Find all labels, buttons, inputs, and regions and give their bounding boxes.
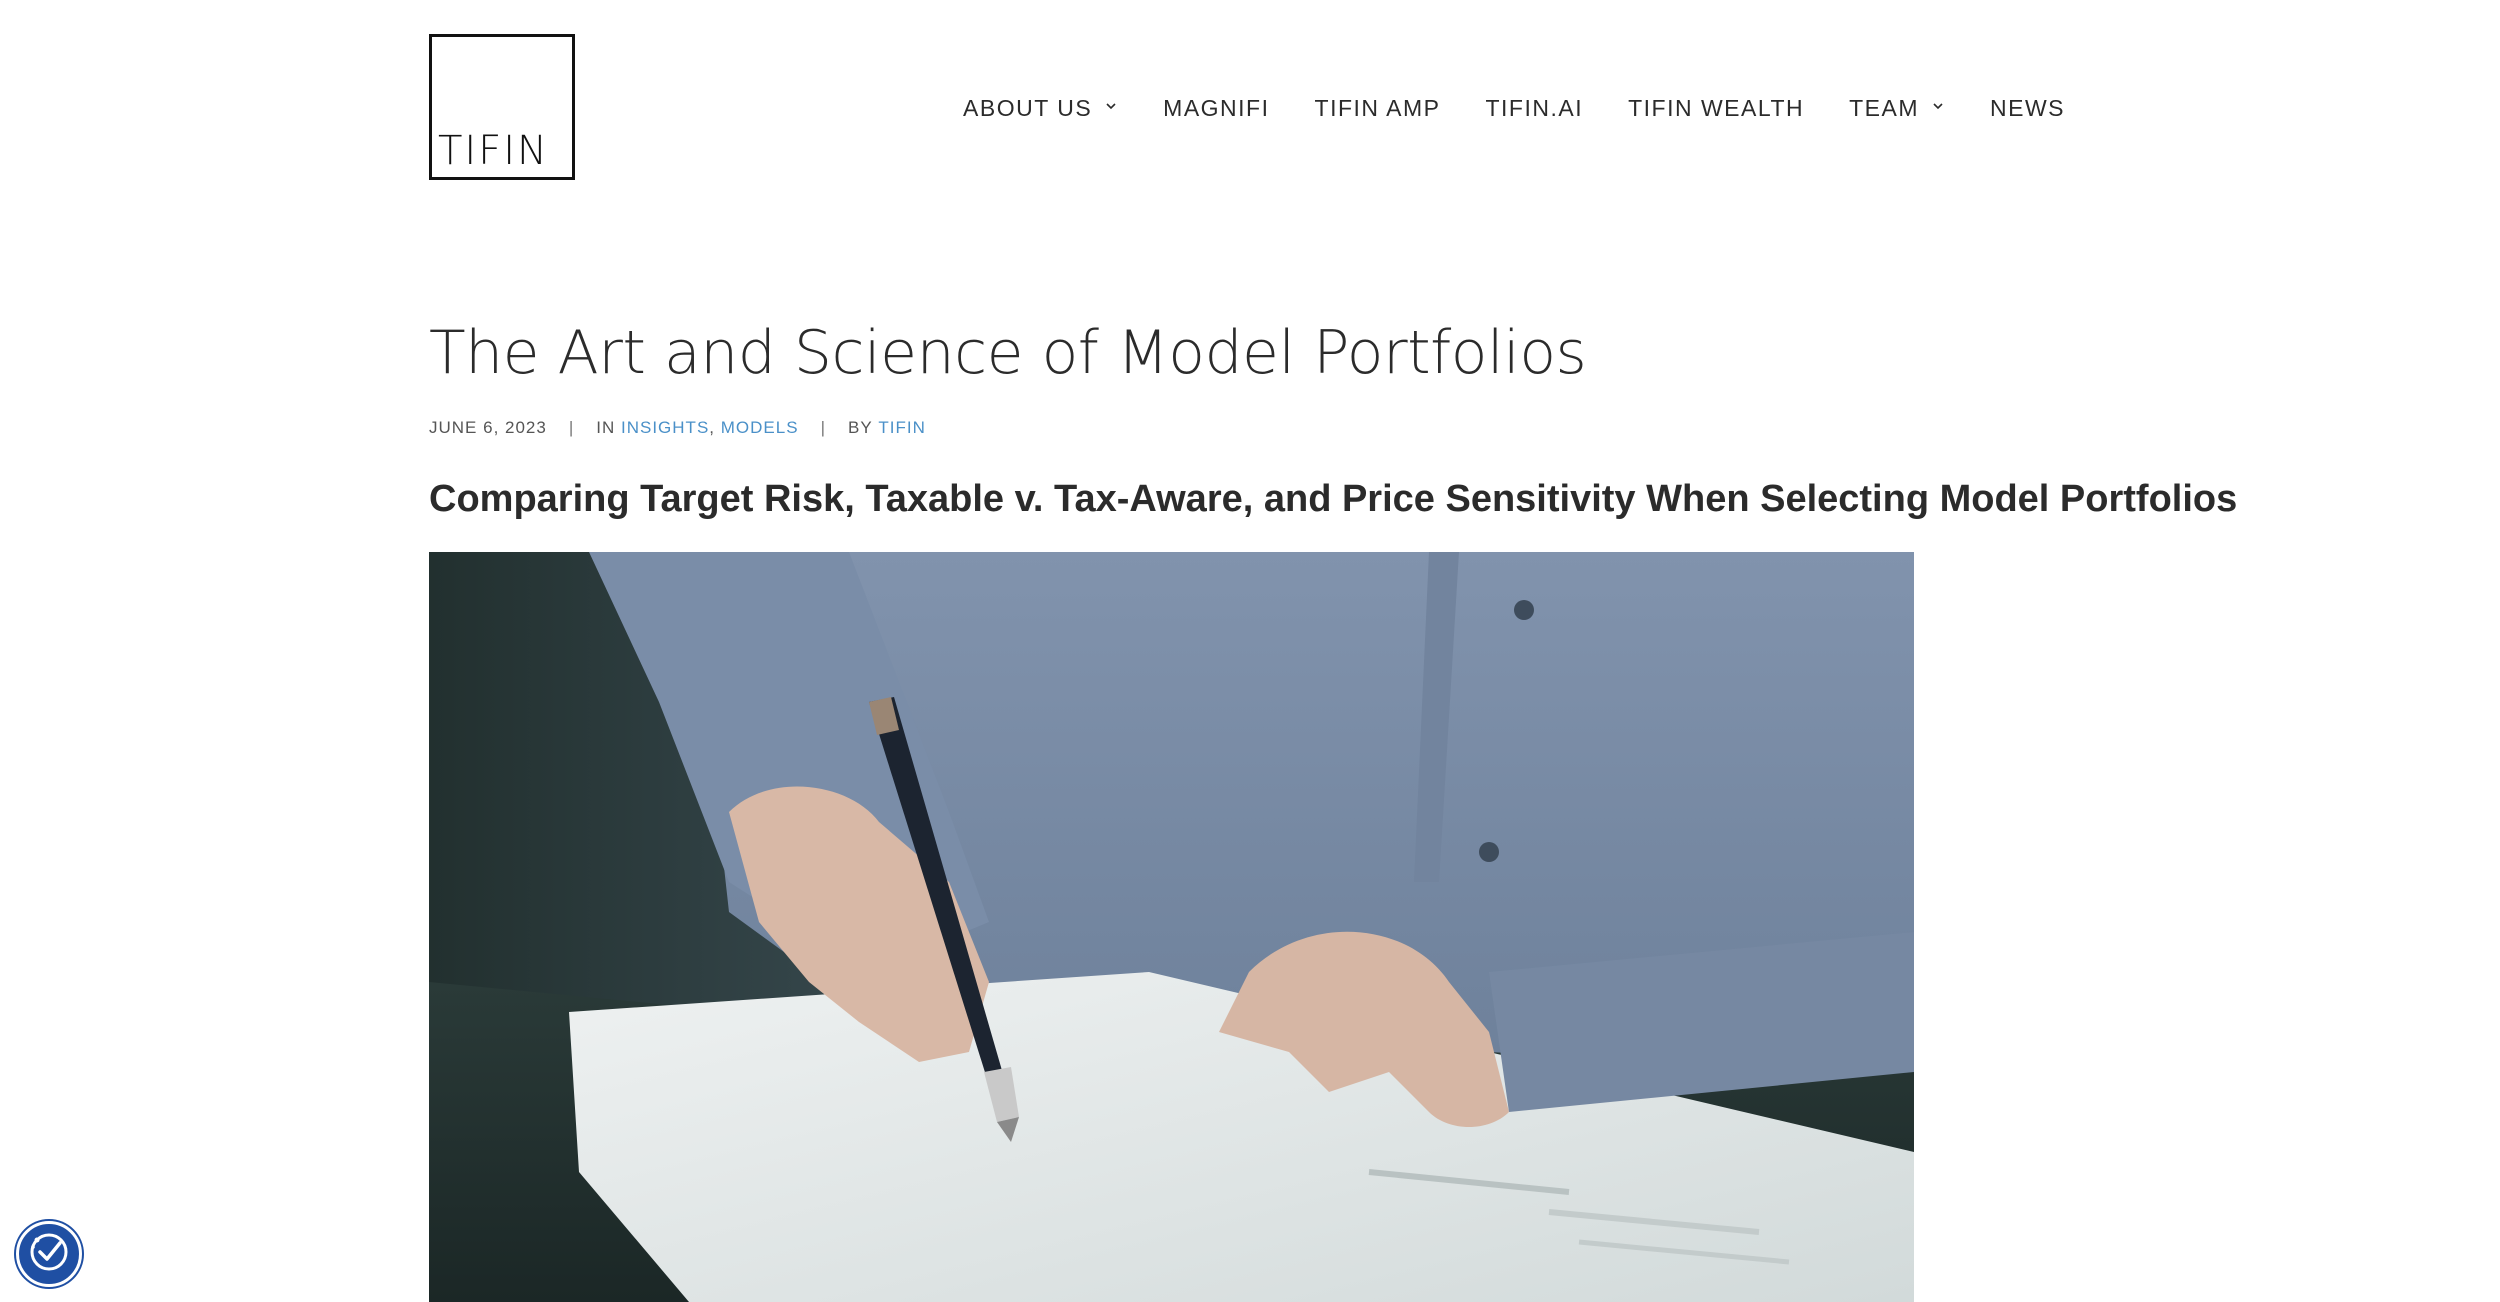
category-link-insights[interactable]: INSIGHTS xyxy=(621,418,709,438)
nav-item-news[interactable]: NEWS xyxy=(1990,88,2065,128)
main-nav: ABOUT US MAGNIFI TIFIN AMP TIFIN.AI TIFI… xyxy=(963,88,2065,128)
nav-item-label: NEWS xyxy=(1990,95,2065,121)
nav-item-label: ABOUT US xyxy=(963,95,1093,121)
post-date: JUNE 6, 2023 xyxy=(429,418,547,437)
nav-item-tifin-wealth[interactable]: TIFIN WEALTH xyxy=(1628,88,1804,128)
nav-item-tifin-ai[interactable]: TIFIN.AI xyxy=(1485,88,1583,128)
nav-item-about-us[interactable]: ABOUT US xyxy=(963,88,1118,128)
author-link[interactable]: TIFIN xyxy=(878,418,926,438)
nav-item-label: TIFIN AMP xyxy=(1314,95,1441,121)
signing-document-illustration xyxy=(429,552,1914,1302)
site-logo[interactable]: TIFIN xyxy=(429,34,575,180)
post-title: The Art and Science of Model Portfolios xyxy=(429,318,1587,388)
meta-separator: | xyxy=(568,418,575,437)
post-subtitle: Comparing Target Risk, Taxable v. Tax-Aw… xyxy=(429,478,2238,520)
site-header: TIFIN ABOUT US MAGNIFI TIFIN AMP TIFIN.A… xyxy=(0,0,2500,220)
category-link-models[interactable]: MODELS xyxy=(721,418,799,438)
accessibility-check-icon xyxy=(26,1229,72,1280)
nav-item-label: TIFIN WEALTH xyxy=(1628,95,1805,121)
nav-item-magnifi[interactable]: MAGNIFI xyxy=(1163,88,1269,128)
chevron-down-icon xyxy=(1104,99,1118,113)
category-prefix: IN xyxy=(596,418,616,437)
accessibility-button[interactable] xyxy=(16,1221,82,1287)
logo-text: TIFIN xyxy=(438,128,549,174)
chevron-down-icon xyxy=(1931,99,1945,113)
post-meta: JUNE 6, 2023 | IN INSIGHTS, MODELS | BY … xyxy=(429,418,926,438)
author-prefix: BY xyxy=(847,418,873,437)
nav-item-label: MAGNIFI xyxy=(1163,95,1270,121)
category-joiner: , xyxy=(709,418,716,437)
nav-item-label: TIFIN.AI xyxy=(1485,95,1584,121)
nav-item-label: TEAM xyxy=(1849,95,1919,121)
meta-separator: | xyxy=(820,418,826,437)
featured-image xyxy=(429,552,1914,1302)
nav-item-tifin-amp[interactable]: TIFIN AMP xyxy=(1315,88,1441,128)
nav-item-team[interactable]: TEAM xyxy=(1849,88,1945,128)
